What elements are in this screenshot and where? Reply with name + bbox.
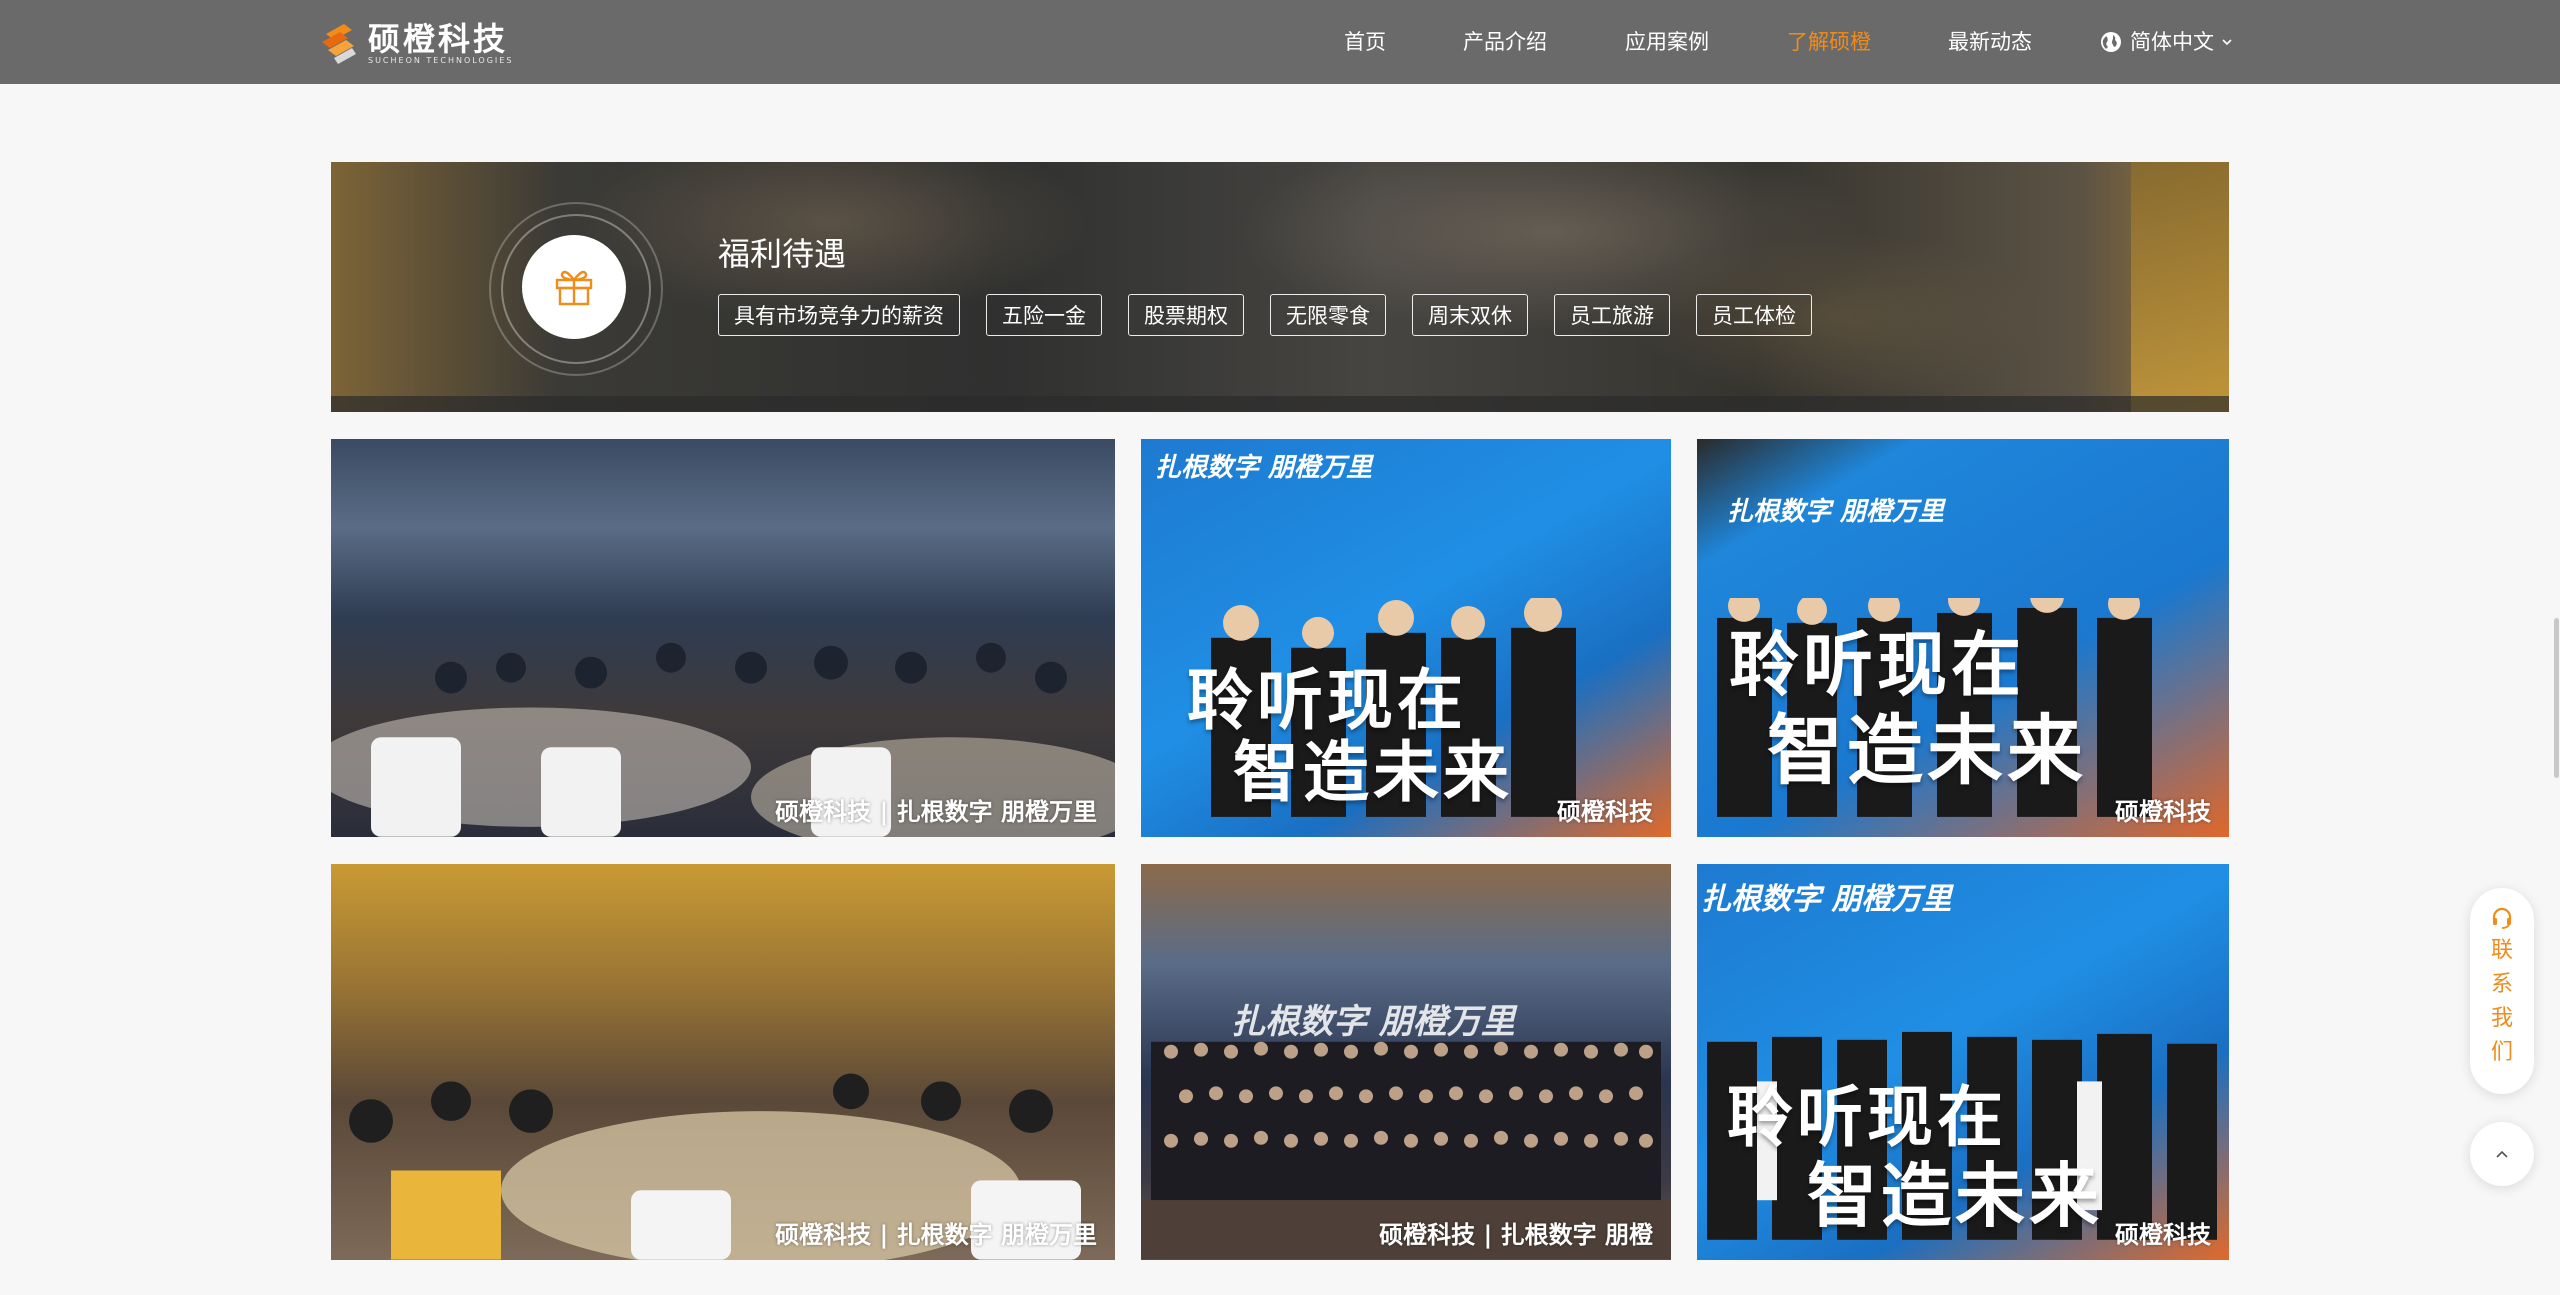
site-logo[interactable]: 硕橙科技 SUCHEON TECHNOLOGIES	[318, 20, 513, 68]
benefits-title: 福利待遇	[718, 235, 847, 273]
benefit-tag: 员工体检	[1696, 294, 1812, 336]
logo-text: 硕橙科技	[368, 20, 509, 58]
photo-slogan-top: 扎根数字 朋橙万里	[1155, 453, 1373, 483]
photo-watermark: 硕橙科技 | 扎根数字 朋橙万里	[775, 798, 1097, 826]
photo-watermark: 硕橙科技 | 扎根数字 朋橙万里	[775, 1221, 1097, 1249]
benefit-tag: 五险一金	[986, 294, 1102, 336]
chevron-down-icon	[2222, 39, 2232, 46]
photo-slogan-2: 智造未来	[1767, 706, 2087, 795]
photo-slogan-top: 扎根数字 朋橙万里	[1701, 882, 1952, 917]
nav-products[interactable]: 产品介绍	[1463, 28, 1547, 56]
photo-watermark: 硕橙科技	[2115, 1221, 2211, 1249]
benefit-tag: 具有市场竞争力的薪资	[718, 294, 960, 336]
back-to-top-button[interactable]	[2470, 1122, 2534, 1186]
benefits-banner: 福利待遇 具有市场竞争力的薪资 五险一金 股票期权 无限零食 周末双休 员工旅游…	[331, 162, 2229, 412]
headset-icon	[2492, 907, 2512, 929]
contact-us-label: 联系我们	[2490, 938, 2513, 1065]
logo-subtext: SUCHEON TECHNOLOGIES	[368, 56, 514, 65]
logo-icon	[322, 24, 356, 64]
benefit-tags: 具有市场竞争力的薪资 五险一金 股票期权 无限零食 周末双休 员工旅游 员工体检	[718, 294, 1838, 336]
photo-stage-1: 扎根数字 朋橙万里 聆听现在 智造未来 硕橙科技	[1141, 439, 1671, 837]
language-label: 简体中文	[2130, 30, 2214, 54]
page-scrollbar[interactable]	[2554, 618, 2559, 778]
photo-watermark: 硕橙科技	[1557, 798, 1653, 826]
photo-slogan-2: 智造未来	[1233, 734, 1513, 811]
gift-badge	[522, 235, 626, 339]
arrow-up-icon	[2496, 1150, 2508, 1158]
photo-slogan-2: 智造未来	[1807, 1155, 2103, 1237]
benefit-tag: 股票期权	[1128, 294, 1244, 336]
nav-about[interactable]: 了解硕橙	[1787, 28, 1871, 56]
photo-watermark: 硕橙科技	[2115, 798, 2211, 826]
gift-icon	[555, 270, 593, 306]
photo-group: 扎根数字 朋橙万里 硕橙科技 | 扎根数字 朋橙	[1141, 864, 1671, 1260]
benefit-tag: 无限零食	[1270, 294, 1386, 336]
photo-banquet-2: 硕橙科技 | 扎根数字 朋橙万里	[331, 864, 1115, 1260]
contact-us-button[interactable]: 联系我们	[2470, 888, 2534, 1094]
nav-home[interactable]: 首页	[1344, 28, 1386, 56]
nav-news[interactable]: 最新动态	[1948, 28, 2032, 56]
photo-slogan-top: 扎根数字 朋橙万里	[1727, 497, 1945, 527]
globe-icon	[2101, 32, 2121, 52]
top-navbar: 硕橙科技 SUCHEON TECHNOLOGIES 首页 产品介绍 应用案例 了…	[0, 0, 2560, 84]
nav-cases[interactable]: 应用案例	[1625, 28, 1709, 56]
photo-watermark: 硕橙科技 | 扎根数字 朋橙	[1379, 1221, 1653, 1249]
photo-stage-3: 扎根数字 朋橙万里 聆听现在 智造未来 硕橙科技	[1697, 864, 2229, 1260]
photo-banquet-1: 硕橙科技 | 扎根数字 朋橙万里	[331, 439, 1115, 837]
benefit-tag: 周末双休	[1412, 294, 1528, 336]
language-selector[interactable]: 简体中文	[2100, 28, 2234, 56]
photo-stage-2: 扎根数字 朋橙万里 聆听现在 智造未来 硕橙科技	[1697, 439, 2229, 837]
benefit-tag: 员工旅游	[1554, 294, 1670, 336]
